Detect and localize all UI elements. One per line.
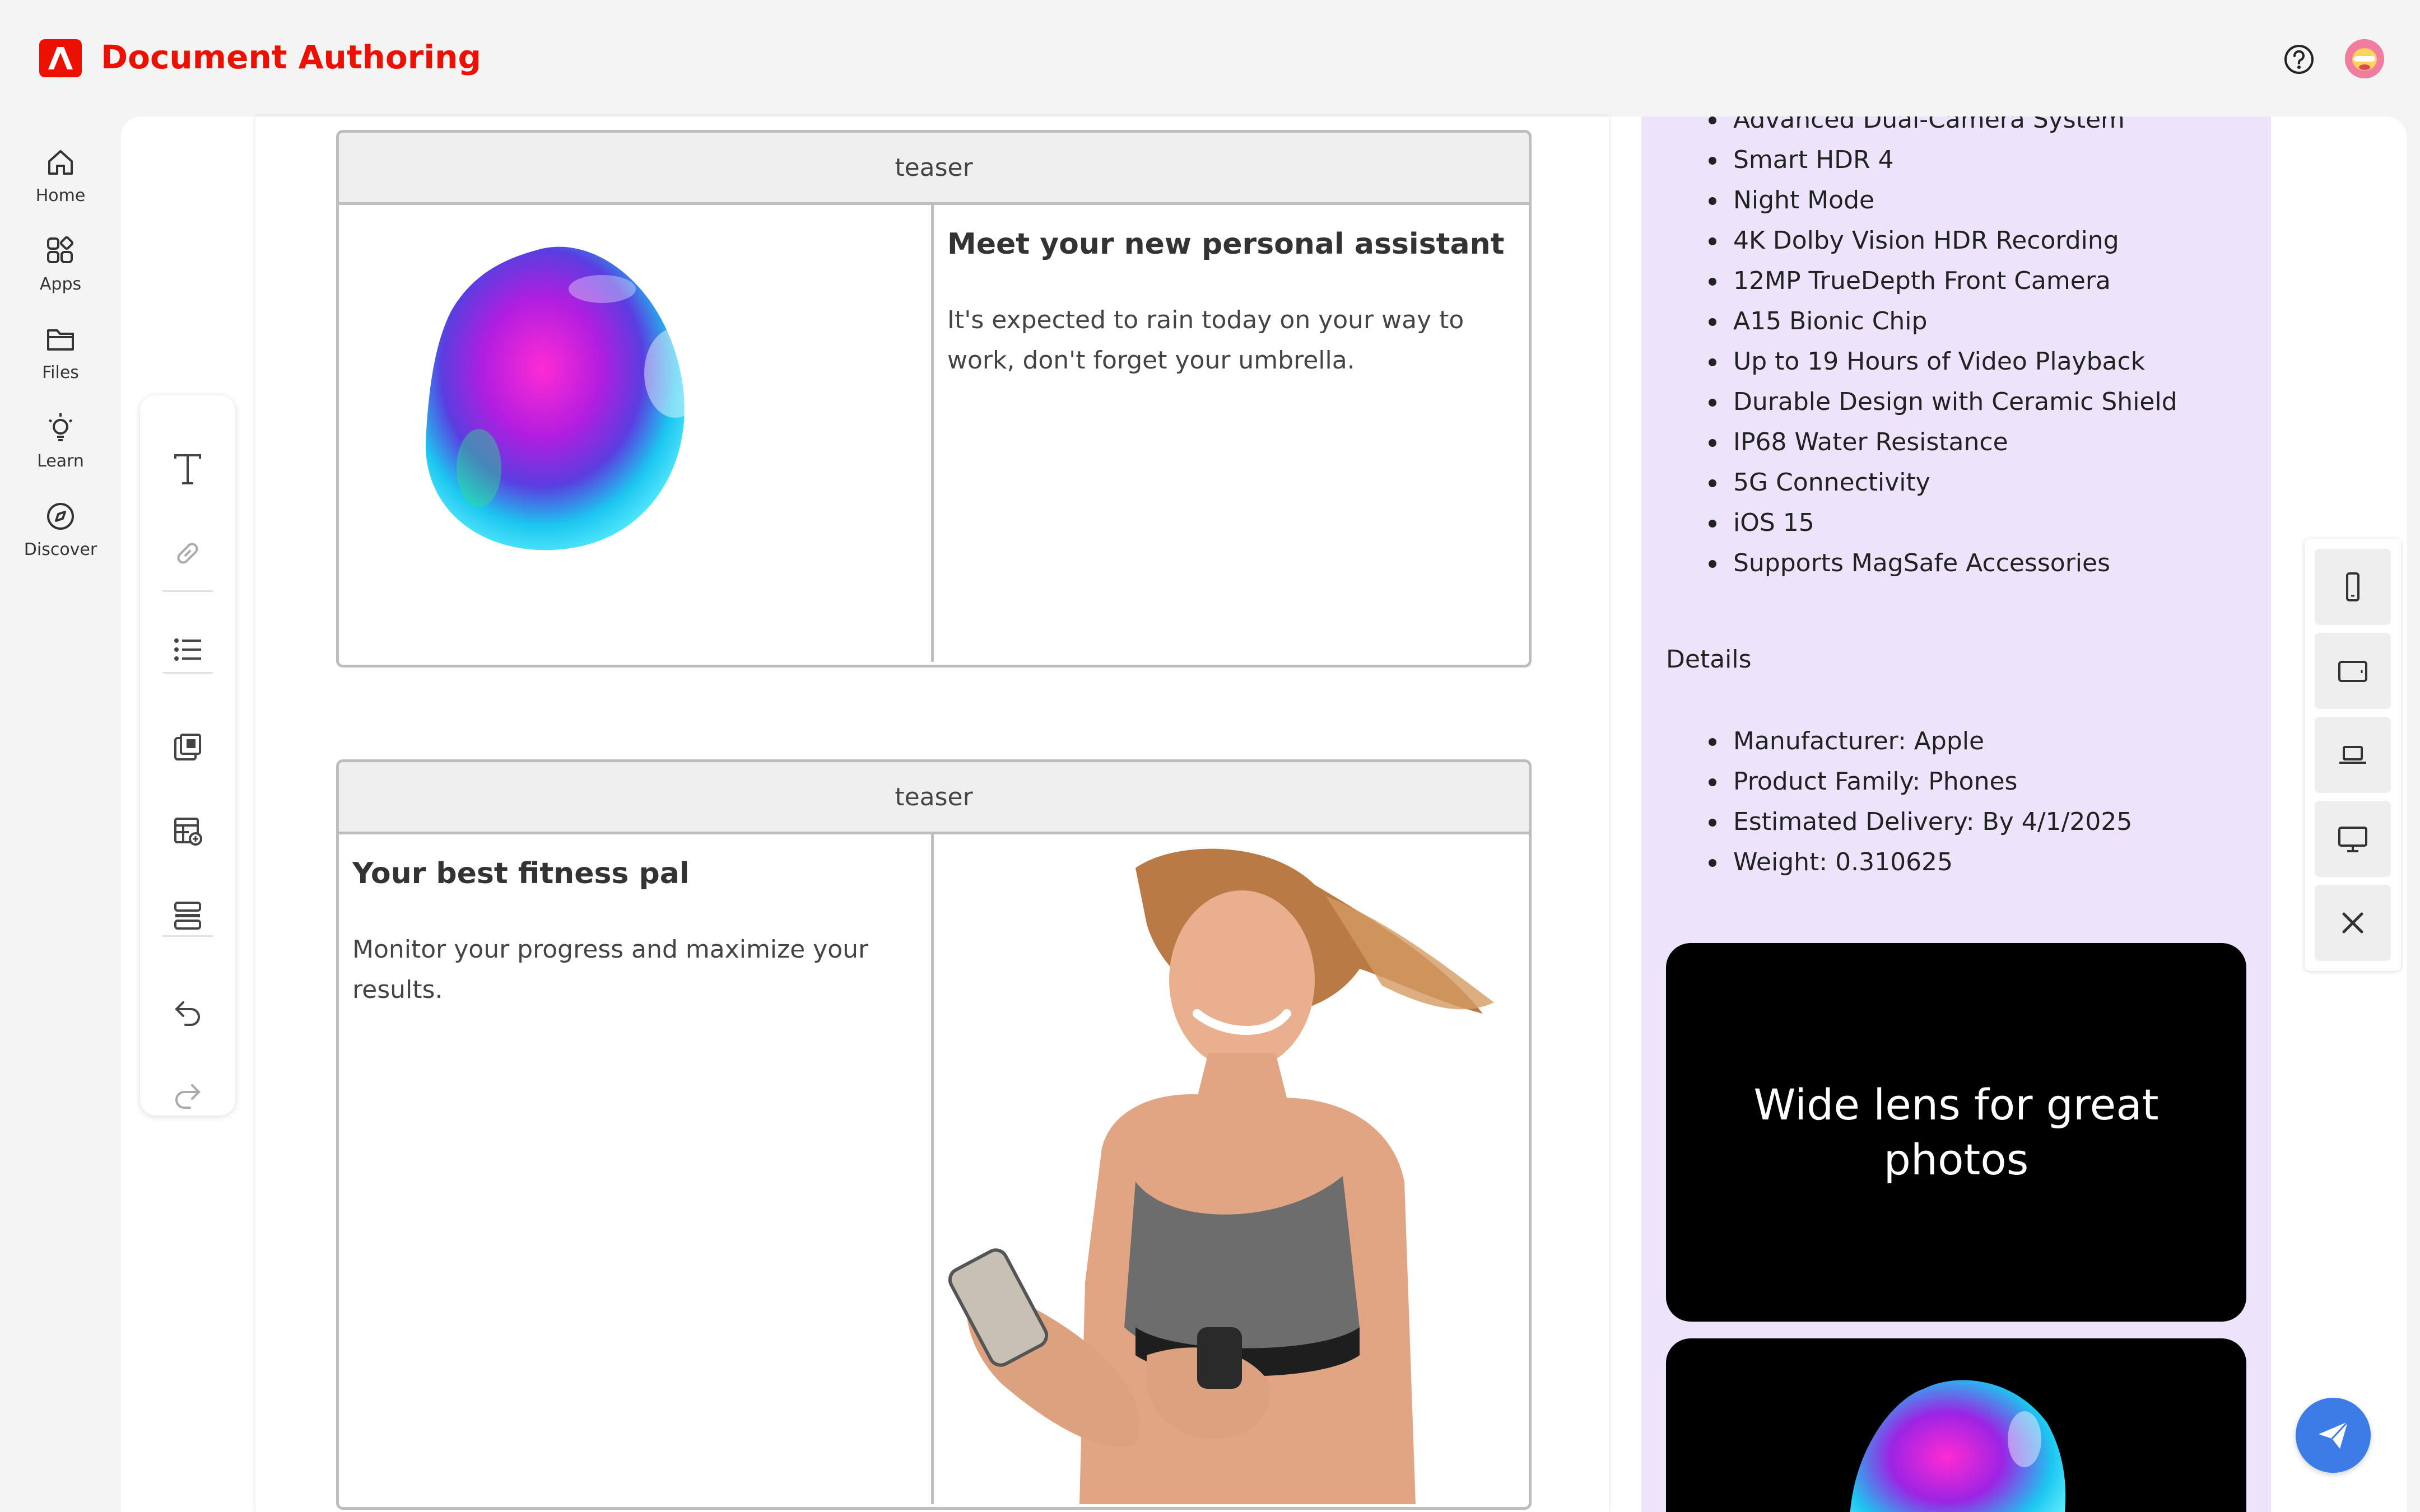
link-icon[interactable] [160,525,216,581]
close-preview-button[interactable] [2315,885,2391,961]
device-switcher [2305,539,2401,971]
image-card[interactable] [1666,1338,2246,1512]
teaser-block[interactable]: teaser Meet your new personal assistant … [336,130,1532,668]
lightbulb-icon [48,413,73,441]
list-item: iOS 15 [1709,503,2177,543]
teaser-text[interactable]: Monitor your progress and maximize your … [352,930,913,1010]
adobe-logo-icon [48,47,73,69]
list-item: Estimated Delivery: By 4/1/2025 [1709,802,2132,842]
redo-icon[interactable] [160,1067,216,1123]
help-icon[interactable] [2283,44,2315,75]
formatting-toolbar [140,395,235,1116]
list-item: Weight: 0.310625 [1709,842,2132,883]
apps-icon [47,236,74,263]
mobile-icon [2346,572,2360,601]
list-item: Product Family: Phones [1709,762,2132,802]
teaser-image-cell[interactable] [339,205,931,662]
list-item: Smart HDR 4 [1709,140,2177,180]
compass-icon [47,503,74,530]
folder-icon [47,329,74,351]
card-title: Wide lens for great photos [1753,1080,2159,1184]
teaser-block[interactable]: teaser Your best fitness pal Monitor you… [336,759,1532,1510]
section-icon[interactable] [160,887,216,943]
desktop-icon [2338,827,2367,852]
bubble-image [1850,1380,2066,1512]
list-item: Durable Design with Ceramic Shield [1709,382,2177,422]
user-avatar[interactable] [2345,39,2384,78]
teaser-title[interactable]: Meet your new personal assistant [947,227,1507,261]
list-item: Night Mode [1709,180,2177,221]
tablet-icon [2338,661,2367,682]
text-icon[interactable] [160,441,216,497]
nav-files[interactable]: Files [17,324,104,382]
nav-discover[interactable]: Discover [17,501,104,559]
teaser-text-cell[interactable]: Your best fitness pal Monitor your progr… [339,834,931,1504]
teaser-text[interactable]: It's expected to rain today on your way … [947,300,1507,381]
block-name: teaser [339,133,1529,205]
nav-home[interactable]: Home [17,147,104,206]
list-item: Manufacturer: Apple [1709,721,2132,762]
nav-apps[interactable]: Apps [17,235,104,294]
nav-apps-label: Apps [39,274,82,294]
desktop-view-button[interactable] [2315,801,2391,877]
list-item: 4K Dolby Vision HDR Recording [1709,221,2177,261]
undo-icon[interactable] [160,984,216,1040]
nav-learn[interactable]: Learn [17,412,104,471]
list-item: 12MP TrueDepth Front Camera [1709,261,2177,301]
laptop-icon [2339,746,2366,764]
details-list: Manufacturer: Apple Product Family: Phon… [1709,721,2132,883]
send-button[interactable] [2296,1398,2371,1473]
nav-discover-label: Discover [24,540,97,559]
nav-files-label: Files [42,363,79,382]
tablet-view-button[interactable] [2315,633,2391,709]
nav-home-label: Home [35,186,86,206]
preview-panel: Advanced Dual-Camera System Smart HDR 4 … [1641,116,2271,1512]
close-icon [2342,912,2363,934]
runner-photo [948,848,1494,1504]
list-item: Supports MagSafe Accessories [1709,543,2177,584]
bubble-image [425,246,706,550]
laptop-view-button[interactable] [2315,717,2391,793]
teaser-image-cell[interactable] [931,834,1526,1504]
block-name: teaser [339,762,1529,834]
list-item: 5G Connectivity [1709,463,2177,503]
features-list: Advanced Dual-Camera System Smart HDR 4 … [1709,116,2177,584]
list-item: Up to 19 Hours of Video Playback [1709,342,2177,382]
insert-table-icon[interactable] [160,803,216,859]
details-heading: Details [1666,645,1752,674]
nav-learn-label: Learn [37,451,84,471]
list-icon[interactable] [160,622,216,678]
teaser-text-cell[interactable]: Meet your new personal assistant It's ex… [931,205,1526,662]
app-title: Document Authoring [101,38,481,76]
teaser-title[interactable]: Your best fitness pal [352,857,913,890]
list-item: Advanced Dual-Camera System [1709,116,2177,140]
copy-block-icon[interactable] [160,719,216,775]
mobile-view-button[interactable] [2315,549,2391,625]
home-icon [48,150,73,175]
adobe-logo[interactable] [39,39,82,77]
feature-card[interactable]: Wide lens for great photos [1666,943,2246,1322]
send-icon [2319,1421,2349,1449]
list-item: A15 Bionic Chip [1709,301,2177,342]
list-item: IP68 Water Resistance [1709,422,2177,463]
